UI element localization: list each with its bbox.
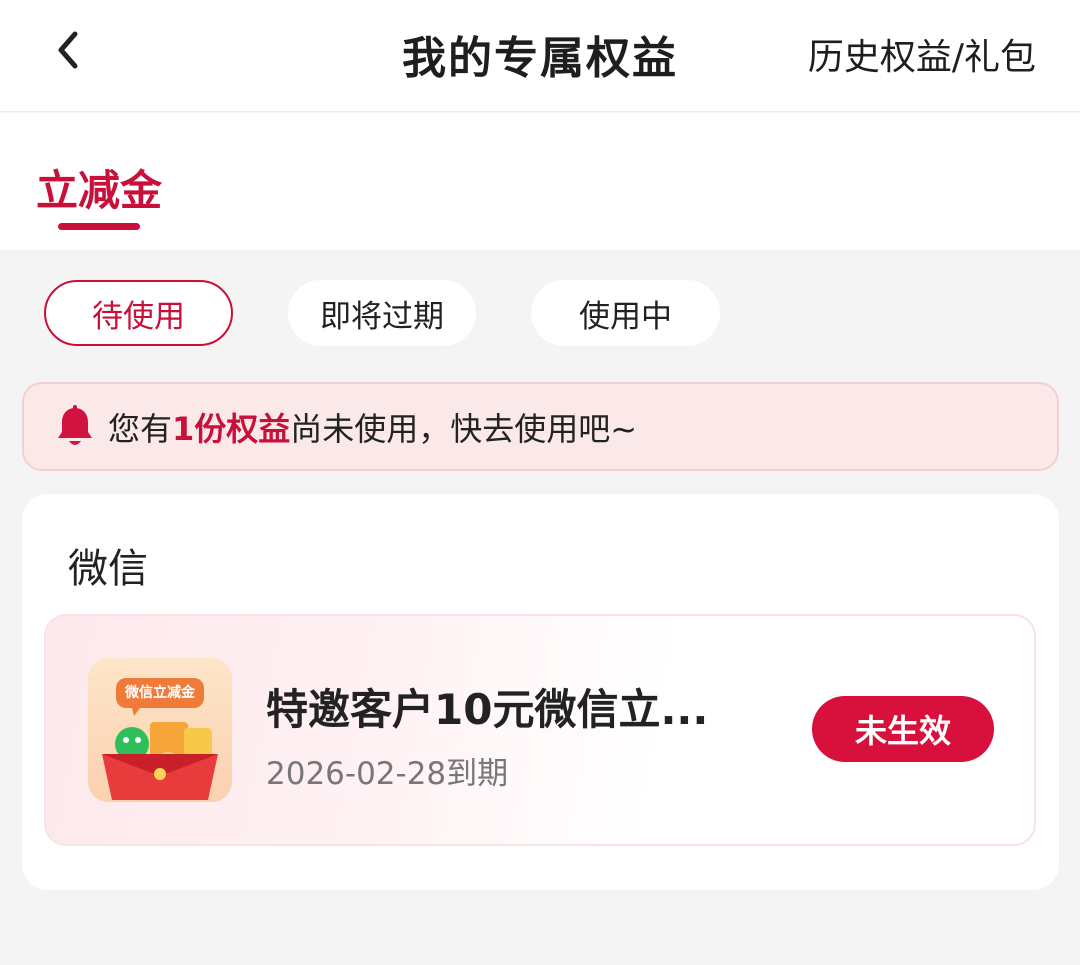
notice-count-highlight: 1份权益 <box>172 409 291 448</box>
group-title: 微信 <box>68 546 148 592</box>
notice-text: 您有1份权益尚未使用，快去使用吧~ <box>108 404 637 450</box>
filter-chips: 待使用 即将过期 使用中 <box>44 280 720 346</box>
coupon-item[interactable]: 微信立减金 特邀客户10元微信立... 2026-02-28到期 未生效 <box>44 614 1036 846</box>
coupon-thumbnail: 微信立减金 <box>88 658 232 802</box>
history-rights-link[interactable]: 历史权益/礼包 <box>808 28 1036 80</box>
unused-rights-notice: 您有1份权益尚未使用，快去使用吧~ <box>22 382 1059 471</box>
bell-icon <box>58 404 92 445</box>
filter-chip-expiring[interactable]: 即将过期 <box>288 280 476 346</box>
coupon-thumbnail-label: 微信立减金 <box>125 685 195 701</box>
filter-chip-pending[interactable]: 待使用 <box>44 280 233 346</box>
coupon-expiry: 2026-02-28到期 <box>266 756 509 792</box>
wechat-rights-card: 微信 微信立减金 特邀客户10元微信立... 2026-02-28到期 未生效 <box>22 494 1059 890</box>
coupon-name: 特邀客户10元微信立... <box>266 685 709 734</box>
tab-bar: 立减金 <box>0 113 1080 250</box>
tab-active-indicator <box>58 223 140 230</box>
notice-suffix: 尚未使用，快去使用吧~ <box>290 409 638 448</box>
filter-chip-in-use[interactable]: 使用中 <box>531 280 720 346</box>
top-bar: 我的专属权益 历史权益/礼包 <box>0 0 1080 112</box>
notice-prefix: 您有 <box>108 409 173 448</box>
status-not-effective-button[interactable]: 未生效 <box>812 696 994 762</box>
tab-instant-discount[interactable]: 立减金 <box>36 157 162 218</box>
